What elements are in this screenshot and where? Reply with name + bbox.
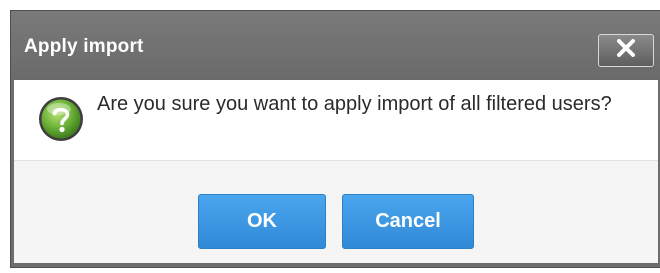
dialog-footer: OK Cancel — [14, 160, 658, 263]
question-icon — [37, 95, 85, 143]
dialog-title: Apply import — [24, 36, 144, 57]
ok-button[interactable]: OK — [198, 194, 326, 249]
close-button[interactable] — [598, 34, 654, 67]
dialog-body: Are you sure you want to apply import of… — [14, 80, 658, 160]
dialog-titlebar: Apply import — [11, 11, 660, 80]
apply-import-dialog: Apply import Are you sure you want to ap… — [10, 10, 660, 268]
dialog-message: Are you sure you want to apply import of… — [97, 93, 612, 115]
close-icon — [616, 38, 636, 63]
cancel-button[interactable]: Cancel — [342, 194, 474, 249]
